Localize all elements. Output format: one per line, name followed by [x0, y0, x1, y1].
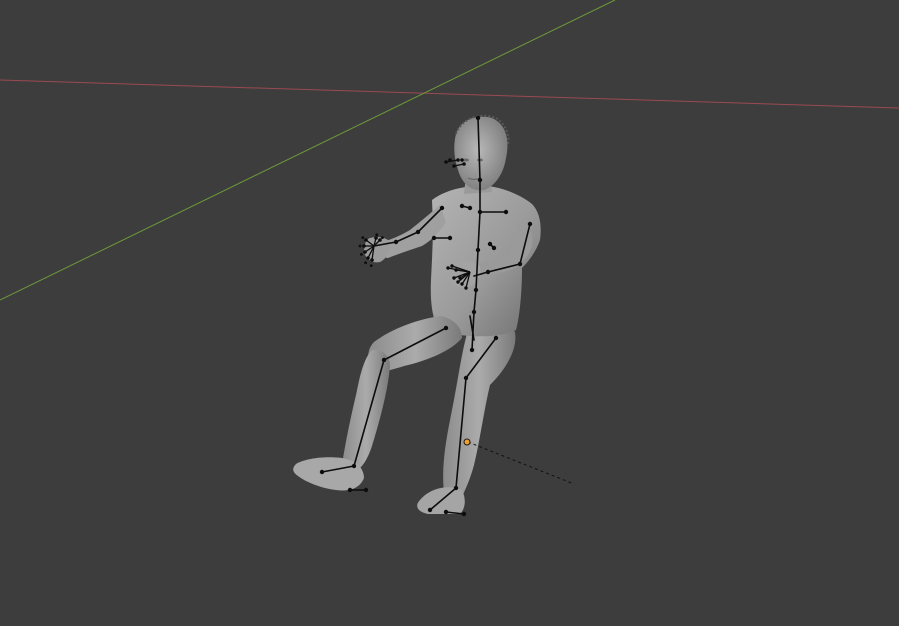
bone-joint: [487, 241, 493, 247]
bone-joint: [517, 261, 523, 267]
finger-joint: [374, 236, 378, 240]
finger-tip: [358, 244, 362, 248]
bone-joint: [527, 221, 533, 227]
finger-tip: [360, 253, 363, 256]
mesh-right-shin: [342, 349, 390, 468]
bone-joint: [443, 325, 449, 331]
bone-joint: [439, 205, 445, 211]
finger-joint: [446, 266, 450, 270]
finger-joint: [366, 256, 370, 260]
finger-tip: [364, 261, 367, 265]
finger-joint: [363, 250, 367, 254]
bone-joint: [443, 509, 449, 515]
mesh-right-foot: [293, 457, 364, 491]
human-mesh[interactable]: [293, 114, 541, 514]
finger-tip: [375, 233, 379, 237]
parent-relationship-line: [467, 441, 575, 485]
bone-joint: [493, 335, 499, 341]
bone-joint: [453, 485, 459, 491]
x-axis-line: [0, 79, 899, 109]
bone-joint: [393, 239, 399, 245]
bone-joint: [319, 469, 325, 475]
face-joint: [448, 158, 452, 162]
bone-joint: [381, 357, 387, 363]
finger-joint: [454, 268, 458, 272]
finger-tip: [369, 264, 373, 267]
finger-joint: [456, 280, 460, 284]
bone-joint: [475, 247, 481, 253]
bone-joint: [475, 115, 481, 121]
bone-joint: [461, 511, 467, 517]
bone-joint: [459, 203, 465, 209]
bone-joint: [469, 347, 475, 353]
mesh-left-leg: [443, 321, 516, 500]
finger-tip: [381, 236, 384, 240]
bone-joint: [491, 245, 497, 251]
face-joint: [456, 158, 460, 162]
bone-joint: [351, 463, 357, 469]
bone-joint: [463, 375, 469, 381]
bone-joint: [467, 205, 473, 211]
face-joint: [460, 158, 464, 162]
finger-tip: [361, 236, 365, 240]
bone-joint: [471, 309, 477, 315]
bone-joint: [347, 487, 353, 493]
bone-joint: [477, 177, 483, 183]
mesh-torso: [430, 185, 541, 337]
bone-joint: [431, 235, 437, 241]
bone-joint: [363, 487, 369, 493]
bone-joint: [477, 209, 483, 215]
bone-joint: [415, 229, 421, 235]
bone-joint: [485, 269, 491, 275]
face-joint: [462, 162, 466, 166]
face-joint: [452, 164, 456, 168]
bone-joint: [503, 209, 509, 215]
finger-joint: [370, 258, 374, 262]
bone-joint: [473, 287, 479, 293]
finger-joint: [452, 276, 456, 280]
finger-joint: [364, 238, 368, 242]
mesh-eye-right: [463, 158, 469, 162]
object-origin-icon[interactable]: [463, 438, 471, 446]
viewport-canvas[interactable]: [0, 0, 899, 626]
finger-joint: [450, 264, 454, 268]
finger-joint: [362, 244, 366, 248]
finger-joint: [378, 238, 382, 242]
finger-joint: [460, 282, 464, 286]
finger-joint: [464, 286, 468, 290]
bone-joint: [427, 507, 433, 513]
3d-viewport[interactable]: [0, 0, 899, 626]
bone-joint: [447, 235, 453, 241]
face-joint: [444, 160, 448, 164]
